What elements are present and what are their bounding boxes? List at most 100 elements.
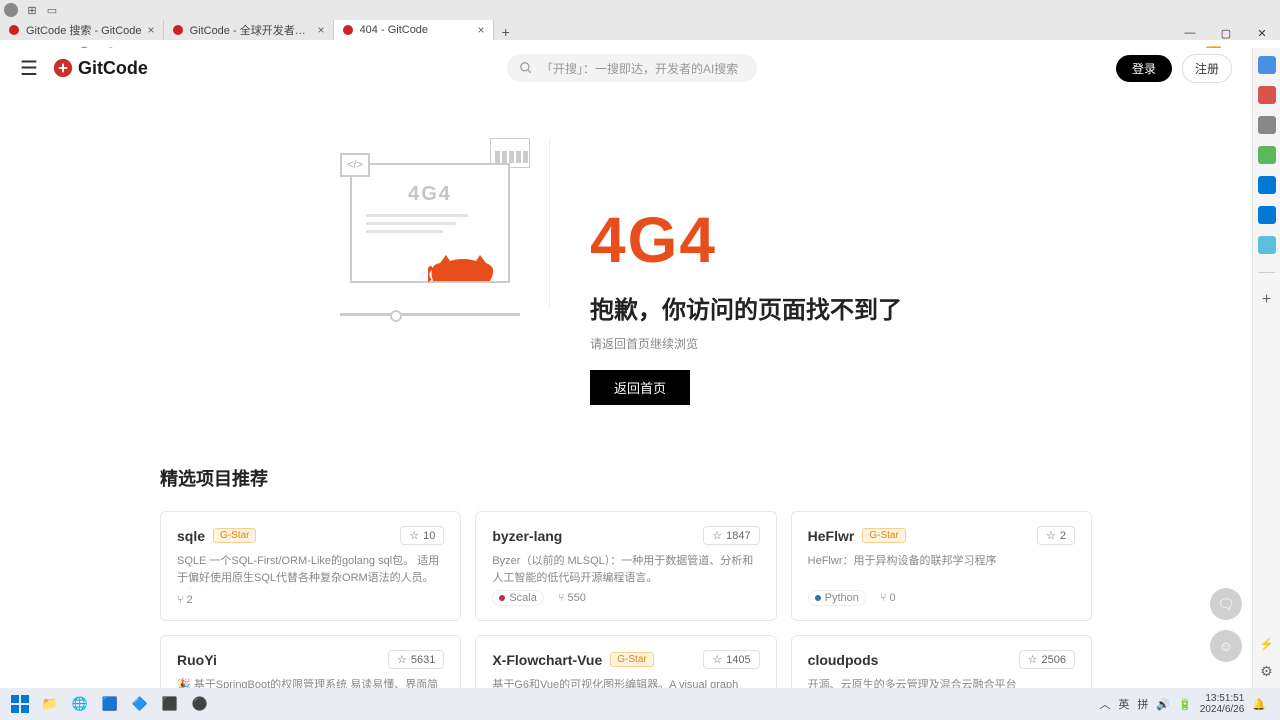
- browser-tab-0[interactable]: GitCode 搜索 - GitCode ×: [0, 20, 164, 40]
- project-description: 基于G6和Vue的可视化图形编辑器。A visual graph editor …: [492, 677, 759, 688]
- hamburger-menu-icon[interactable]: ☰: [20, 56, 38, 81]
- tab-close-icon[interactable]: ×: [478, 23, 485, 37]
- project-description: SQLE 一个SQL-First/ORM-Like的golang sql包。 适…: [177, 553, 444, 588]
- profile-icon[interactable]: [4, 3, 18, 17]
- window-close-button[interactable]: ✕: [1244, 27, 1280, 40]
- star-count: 10: [423, 530, 435, 542]
- taskbar-explorer-icon[interactable]: 📁: [36, 692, 64, 716]
- site-header: ☰ GitCode 「开搜」：一搜即达，开发者的AI搜索 登录 注册: [0, 48, 1252, 88]
- help-button[interactable]: ☺: [1210, 630, 1242, 662]
- taskbar-app-icon[interactable]: 🔷: [126, 692, 154, 716]
- project-language: Scala: [492, 590, 544, 606]
- featured-title: 精选项目推荐: [160, 465, 1092, 491]
- star-count: 1847: [726, 530, 750, 542]
- star-button[interactable]: ☆ 10: [400, 526, 444, 545]
- browser-tab-2[interactable]: 404 - GitCode ×: [334, 20, 494, 40]
- project-name: cloudpods: [808, 652, 879, 668]
- workspaces-icon[interactable]: ⊞: [24, 2, 40, 18]
- tray-notifications-icon[interactable]: 🔔: [1252, 698, 1266, 711]
- back-home-button[interactable]: 返回首页: [590, 370, 690, 405]
- fork-count: ⑂ 0: [880, 592, 896, 604]
- tray-ime-mode[interactable]: 拼: [1137, 696, 1148, 712]
- project-card[interactable]: sqle G-Star ☆ 10 SQLE 一个SQL-First/ORM-Li…: [160, 511, 461, 621]
- feedback-button[interactable]: 🗨: [1210, 588, 1242, 620]
- star-button[interactable]: ☆ 2: [1037, 526, 1075, 545]
- start-button[interactable]: [6, 692, 34, 716]
- project-card[interactable]: byzer-lang ☆ 1847 Byzer（以前的 MLSQL）：一种用于数…: [475, 511, 776, 621]
- project-card[interactable]: HeFlwr G-Star ☆ 2 HeFlwr：用于异构设备的联邦学习程序 P…: [791, 511, 1092, 621]
- tab-close-icon[interactable]: ×: [148, 23, 155, 37]
- search-placeholder: 「开搜」：一搜即达，开发者的AI搜索: [541, 60, 738, 77]
- window-maximize-button[interactable]: ▢: [1208, 27, 1244, 40]
- error-subtitle: 请返回首页继续浏览: [590, 335, 902, 352]
- register-button[interactable]: 注册: [1182, 54, 1232, 83]
- star-button[interactable]: ☆ 1405: [703, 650, 759, 669]
- taskbar-app-icon[interactable]: 🟦: [96, 692, 124, 716]
- gitcode-favicon-icon: [172, 24, 184, 36]
- tab-actions-icon[interactable]: ▭: [44, 2, 60, 18]
- sidepanel-games-icon[interactable]: [1258, 146, 1276, 164]
- tray-clock[interactable]: 13:51:51 2024/6/26: [1200, 693, 1245, 715]
- tray-chevron-icon[interactable]: ︿: [1099, 696, 1110, 712]
- browser-titlebar: ⊞ ▭: [0, 0, 1280, 20]
- tab-title: 404 - GitCode: [360, 24, 472, 36]
- taskbar-terminal-icon[interactable]: ⬛: [156, 692, 184, 716]
- tray-battery-icon[interactable]: 🔋: [1178, 698, 1192, 711]
- sidepanel-more-icon[interactable]: ⚡: [1259, 637, 1274, 651]
- project-language: Python: [808, 590, 866, 606]
- star-count: 5631: [411, 654, 435, 666]
- login-button[interactable]: 登录: [1116, 55, 1172, 82]
- gitcode-favicon-icon: [8, 24, 20, 36]
- brand-logo-link[interactable]: GitCode: [52, 57, 148, 79]
- search-input[interactable]: 「开搜」：一搜即达，开发者的AI搜索: [507, 54, 757, 82]
- project-card[interactable]: RuoYi ☆ 5631 🎉 基于SpringBoot的权限管理系统 易读易懂、…: [160, 635, 461, 688]
- gstar-badge: G-Star: [610, 652, 653, 667]
- star-button[interactable]: ☆ 2506: [1019, 650, 1075, 669]
- featured-cards-grid: sqle G-Star ☆ 10 SQLE 一个SQL-First/ORM-Li…: [160, 511, 1092, 688]
- system-tray: ︿ 英 拼 🔊 🔋 13:51:51 2024/6/26 🔔: [1099, 693, 1274, 715]
- sidepanel-app-icon[interactable]: [1258, 236, 1276, 254]
- sidepanel-office-icon[interactable]: [1258, 176, 1276, 194]
- taskbar-obs-icon[interactable]: ⚫: [186, 692, 214, 716]
- project-name: RuoYi: [177, 652, 217, 668]
- brand-name: GitCode: [78, 58, 148, 79]
- star-count: 1405: [726, 654, 750, 666]
- project-card[interactable]: X-Flowchart-Vue G-Star ☆ 1405 基于G6和Vue的可…: [475, 635, 776, 688]
- star-count: 2: [1060, 530, 1066, 542]
- tab-title: GitCode - 全球开发者的开源社区: [190, 22, 312, 38]
- project-name: sqle: [177, 528, 205, 544]
- fork-count: ⑂ 550: [558, 592, 586, 604]
- tray-volume-icon[interactable]: 🔊: [1156, 698, 1170, 711]
- sidepanel-shopping-icon[interactable]: [1258, 86, 1276, 104]
- project-name: X-Flowchart-Vue: [492, 652, 602, 668]
- sidepanel-outlook-icon[interactable]: [1258, 206, 1276, 224]
- browser-tab-1[interactable]: GitCode - 全球开发者的开源社区 ×: [164, 20, 334, 40]
- browser-tabbar: GitCode 搜索 - GitCode × GitCode - 全球开发者的开…: [0, 20, 1280, 40]
- sidepanel-settings-icon[interactable]: ⚙: [1260, 663, 1273, 680]
- tray-ime-lang[interactable]: 英: [1118, 696, 1129, 712]
- gitcode-favicon-icon: [342, 24, 354, 36]
- new-tab-button[interactable]: +: [494, 24, 518, 40]
- gstar-badge: G-Star: [213, 528, 256, 543]
- window-minimize-button[interactable]: —: [1172, 27, 1208, 40]
- sidepanel-tools-icon[interactable]: [1258, 116, 1276, 134]
- gstar-badge: G-Star: [862, 528, 905, 543]
- star-button[interactable]: ☆ 5631: [388, 650, 444, 669]
- project-description: 🎉 基于SpringBoot的权限管理系统 易读易懂、界面简洁美观。 核心技术采…: [177, 677, 444, 688]
- browser-sidepanel: + ⚡ ⚙: [1252, 48, 1280, 688]
- error-title: 抱歉，你访问的页面找不到了: [590, 290, 902, 325]
- fork-count: ⑂ 2: [177, 594, 193, 606]
- project-card[interactable]: cloudpods ☆ 2506 开源、云原生的多云管理及混合云融合平台 Go …: [791, 635, 1092, 688]
- taskbar-edge-icon[interactable]: 🌐: [66, 692, 94, 716]
- project-description: Byzer（以前的 MLSQL）：一种用于数据管道、分析和人工智能的低代码开源编…: [492, 553, 759, 584]
- sidepanel-search-icon[interactable]: [1258, 56, 1276, 74]
- project-name: HeFlwr: [808, 528, 855, 544]
- featured-section: 精选项目推荐 sqle G-Star ☆ 10 SQLE 一个SQL-First…: [0, 465, 1252, 688]
- tab-close-icon[interactable]: ×: [318, 23, 325, 37]
- error-illustration: </> 4G4: [350, 138, 550, 308]
- project-description: HeFlwr：用于异构设备的联邦学习程序: [808, 553, 1075, 584]
- star-button[interactable]: ☆ 1847: [703, 526, 759, 545]
- sidepanel-add-button[interactable]: +: [1262, 291, 1271, 309]
- page-content: ☰ GitCode 「开搜」：一搜即达，开发者的AI搜索 登录 注册 </> 4…: [0, 48, 1252, 688]
- floating-actions: 🗨 ☺: [1210, 588, 1242, 662]
